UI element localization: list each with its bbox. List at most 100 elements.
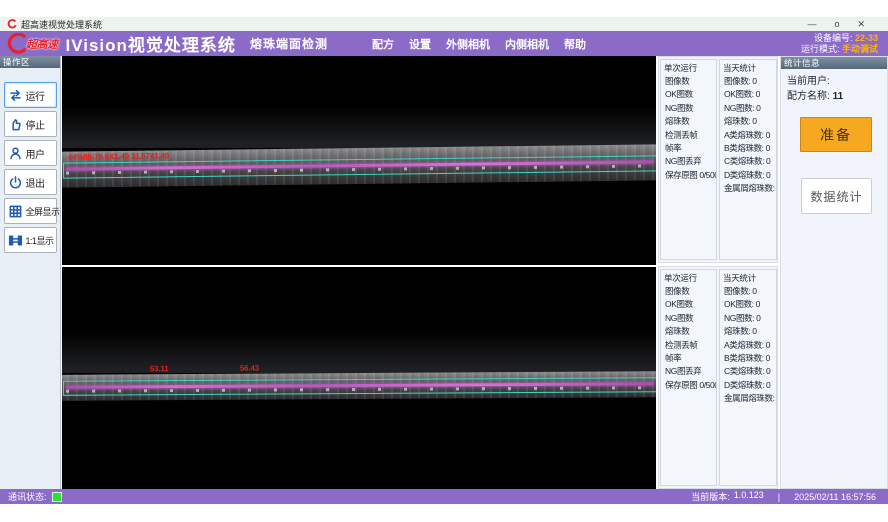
exit-button-label: 退出 (26, 175, 45, 190)
stats-column: 单次运行图像数OK图数NG图数熔珠数检测丢帧帧率NG图丢弃保存原图 0/500当… (658, 56, 778, 489)
power-icon (8, 175, 23, 190)
app-logo-icon (7, 19, 17, 29)
comm-status-label: 通讯状态: (8, 490, 47, 503)
menu-item-settings[interactable]: 设置 (409, 36, 431, 52)
stat-row: NG图丢弃 (661, 155, 716, 168)
maximize-button[interactable]: o (834, 17, 839, 31)
one-to-one-button[interactable]: 1:1显示 (4, 227, 57, 253)
measurement-annotation: 44%85:79.5X1.49 31.5741.49 (68, 151, 169, 161)
brand-logo-text: 超高速 (26, 36, 58, 52)
run-button[interactable]: 运行 (4, 82, 57, 108)
recipe-name-value: 11 (833, 91, 844, 102)
status-bar: 通讯状态: 当前版本: 1.0.123 | 2025/02/11 16:57:5… (0, 489, 888, 504)
main-menu: 配方 设置 外侧相机 内侧相机 帮助 (372, 36, 586, 52)
statistics-info-panel: 统计信息 当前用户: 配方名称: 11 准备 数据统计 (780, 56, 888, 489)
device-id-value: 22-33 (855, 33, 878, 43)
device-id-label: 设备编号: (814, 33, 853, 43)
stat-row: OK图数 (661, 298, 716, 311)
stat-row: A类熔珠数: 0 (720, 129, 776, 142)
camera-viewport-bottom[interactable]: 53.11 56.43 (62, 267, 656, 489)
image-haze (62, 106, 656, 148)
stat-row: 帧率 (661, 142, 716, 155)
data-statistics-button[interactable]: 数据统计 (801, 178, 872, 214)
weld-bead-strip: 53.11 56.43 (62, 371, 656, 401)
stat-row: OK图数: 0 (720, 298, 776, 311)
stats-group-today: 当天统计图像数: 0OK图数: 0NG图数: 0熔珠数: 0A类熔珠数: 0B类… (719, 269, 777, 486)
measurement-annotation: 56.43 (240, 364, 259, 373)
user-button-label: 用户 (26, 146, 45, 161)
stat-row: NG图数 (661, 102, 716, 115)
stat-row: NG图丢弃 (661, 365, 716, 378)
stat-row: NG图数 (661, 312, 716, 325)
stat-row: 检测丢帧 (661, 339, 716, 352)
stat-row: 检测丢帧 (661, 129, 716, 142)
stat-row: 熔珠数 (661, 325, 716, 338)
stats-group-single-run: 单次运行图像数OK图数NG图数熔珠数检测丢帧帧率NG图丢弃保存原图 0/500 (660, 269, 717, 486)
stats-group-title: 当天统计 (720, 270, 776, 285)
stop-button[interactable]: 停止 (4, 111, 57, 137)
stat-row: D类熔珠数: 0 (720, 379, 776, 392)
user-icon (8, 146, 23, 161)
stats-panel: 单次运行图像数OK图数NG图数熔珠数检测丢帧帧率NG图丢弃保存原图 0/500当… (658, 56, 778, 263)
user-button[interactable]: 用户 (4, 140, 57, 166)
info-panel-title: 统计信息 (781, 57, 887, 69)
comm-status-indicator (52, 492, 62, 502)
stop-hand-icon (8, 117, 23, 132)
version-value: 1.0.123 (734, 490, 764, 503)
one-to-one-icon (8, 233, 23, 248)
stats-group-title: 单次运行 (661, 270, 716, 285)
recipe-name-row: 配方名称: 11 (787, 89, 881, 104)
stats-group-single-run: 单次运行图像数OK图数NG图数熔珠数检测丢帧帧率NG图丢弃保存原图 0/500 (660, 59, 717, 260)
run-button-label: 运行 (26, 88, 45, 103)
minimize-button[interactable]: — (807, 17, 816, 31)
header-info: 设备编号: 22-33 运行模式: 手动调试 (801, 33, 888, 55)
stat-row: 熔珠数: 0 (720, 325, 776, 338)
prepare-button[interactable]: 准备 (800, 117, 872, 152)
stat-row: 金属屑熔珠数: 0 (720, 392, 776, 405)
run-icon (8, 88, 23, 103)
menu-item-inner-camera[interactable]: 内侧相机 (505, 36, 549, 52)
menu-item-recipe[interactable]: 配方 (372, 36, 394, 52)
close-button[interactable]: ✕ (857, 17, 865, 31)
stat-row: 保存原图 0/500 (661, 169, 716, 182)
stats-group-title: 当天统计 (720, 60, 776, 75)
run-mode-value: 手动调试 (842, 44, 878, 54)
measurement-annotation: 53.11 (150, 364, 169, 373)
stat-row: 图像数 (661, 75, 716, 88)
stat-row: 图像数: 0 (720, 75, 776, 88)
run-mode-label: 运行模式: (801, 44, 840, 54)
sidebar-title: 操作区 (0, 56, 60, 68)
stat-row: 图像数 (661, 285, 716, 298)
current-user-label: 当前用户: (787, 76, 830, 87)
recipe-name-label: 配方名称: (787, 91, 830, 102)
app-subtitle: 熔珠端面检测 (250, 35, 328, 52)
stat-row: 熔珠数: 0 (720, 115, 776, 128)
fullscreen-button[interactable]: 全屏显示 (4, 198, 57, 224)
weld-bead-strip: 44%85:79.5X1.49 31.5741.49 (62, 144, 656, 187)
os-titlebar: 超高速视觉处理系统 — o ✕ (0, 17, 888, 31)
stat-row: 金属屑熔珠数: 0 (720, 182, 776, 195)
stats-panel: 单次运行图像数OK图数NG图数熔珠数检测丢帧帧率NG图丢弃保存原图 0/500当… (658, 266, 778, 489)
operation-sidebar: 操作区 运行 停止 用户 (0, 56, 61, 489)
current-user-row: 当前用户: (787, 74, 881, 89)
stop-button-label: 停止 (26, 117, 45, 132)
stat-row: D类熔珠数: 0 (720, 169, 776, 182)
one-to-one-button-label: 1:1显示 (26, 234, 54, 247)
camera-viewport-top[interactable]: 44%85:79.5X1.49 31.5741.49 (62, 56, 656, 265)
app-window: 超高速视觉处理系统 — o ✕ 超高速 IVision视觉处理系统 熔珠端面检测… (0, 0, 888, 522)
menu-item-outer-camera[interactable]: 外侧相机 (446, 36, 490, 52)
stat-row: 图像数: 0 (720, 285, 776, 298)
stat-row: A类熔珠数: 0 (720, 339, 776, 352)
stat-row: C类熔珠数: 0 (720, 155, 776, 168)
exit-button[interactable]: 退出 (4, 169, 57, 195)
window-title: 超高速视觉处理系统 (21, 18, 102, 31)
stat-row: NG图数: 0 (720, 312, 776, 325)
fullscreen-button-label: 全屏显示 (26, 205, 60, 218)
stats-group-today: 当天统计图像数: 0OK图数: 0NG图数: 0熔珠数: 0A类熔珠数: 0B类… (719, 59, 777, 260)
fullscreen-grid-icon (8, 204, 23, 219)
stat-row: C类熔珠数: 0 (720, 365, 776, 378)
brand-logo: 超高速 (4, 33, 58, 55)
menu-item-help[interactable]: 帮助 (564, 36, 586, 52)
stats-group-title: 单次运行 (661, 60, 716, 75)
stat-row: OK图数: 0 (720, 88, 776, 101)
